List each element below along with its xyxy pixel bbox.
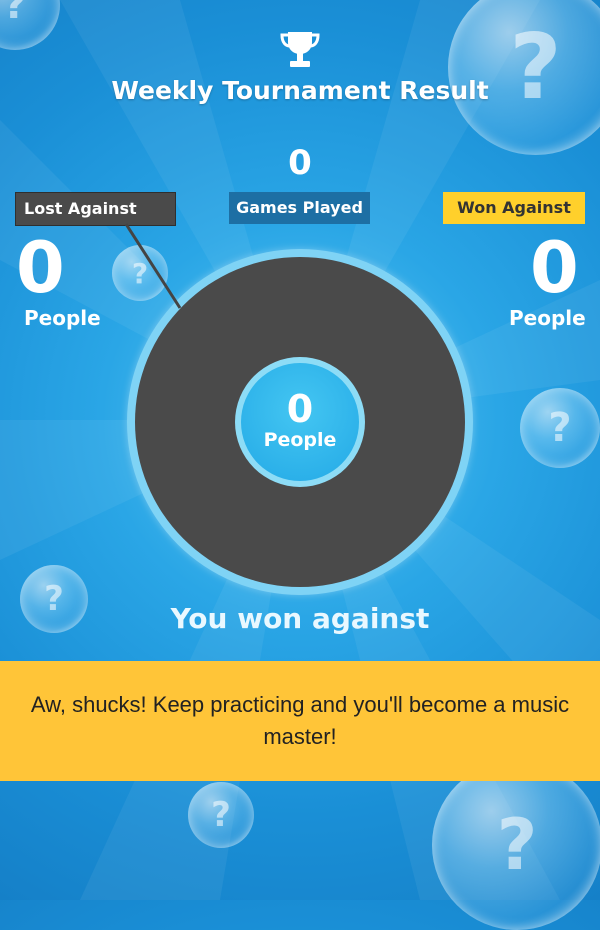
summary-text: You won against (170, 602, 430, 635)
games-played-count: 0 (288, 143, 312, 183)
question-bubble-icon: ? (432, 760, 600, 930)
lost-against-count: 0 (16, 227, 65, 309)
question-bubble-icon: ? (520, 388, 600, 468)
center-count: 0 (286, 387, 314, 431)
question-bubble-icon: ? (112, 245, 168, 301)
message-banner: Aw, shucks! Keep practicing and you'll b… (0, 661, 600, 781)
lost-against-unit: People (24, 306, 101, 330)
won-against-tag: Won Against (443, 192, 585, 224)
header: Weekly Tournament Result (0, 28, 600, 104)
question-bubble-icon: ? (188, 782, 254, 848)
trophy-icon (280, 32, 320, 67)
won-against-unit: People (509, 306, 586, 330)
donut-center: 0 People (241, 363, 359, 481)
center-unit: People (263, 429, 337, 451)
games-played-tag: Games Played (229, 192, 370, 224)
won-against-count: 0 (530, 227, 579, 309)
banner-message: Aw, shucks! Keep practicing and you'll b… (30, 692, 570, 749)
page-title: Weekly Tournament Result (111, 76, 489, 105)
lost-against-tag: Lost Against (15, 192, 176, 226)
